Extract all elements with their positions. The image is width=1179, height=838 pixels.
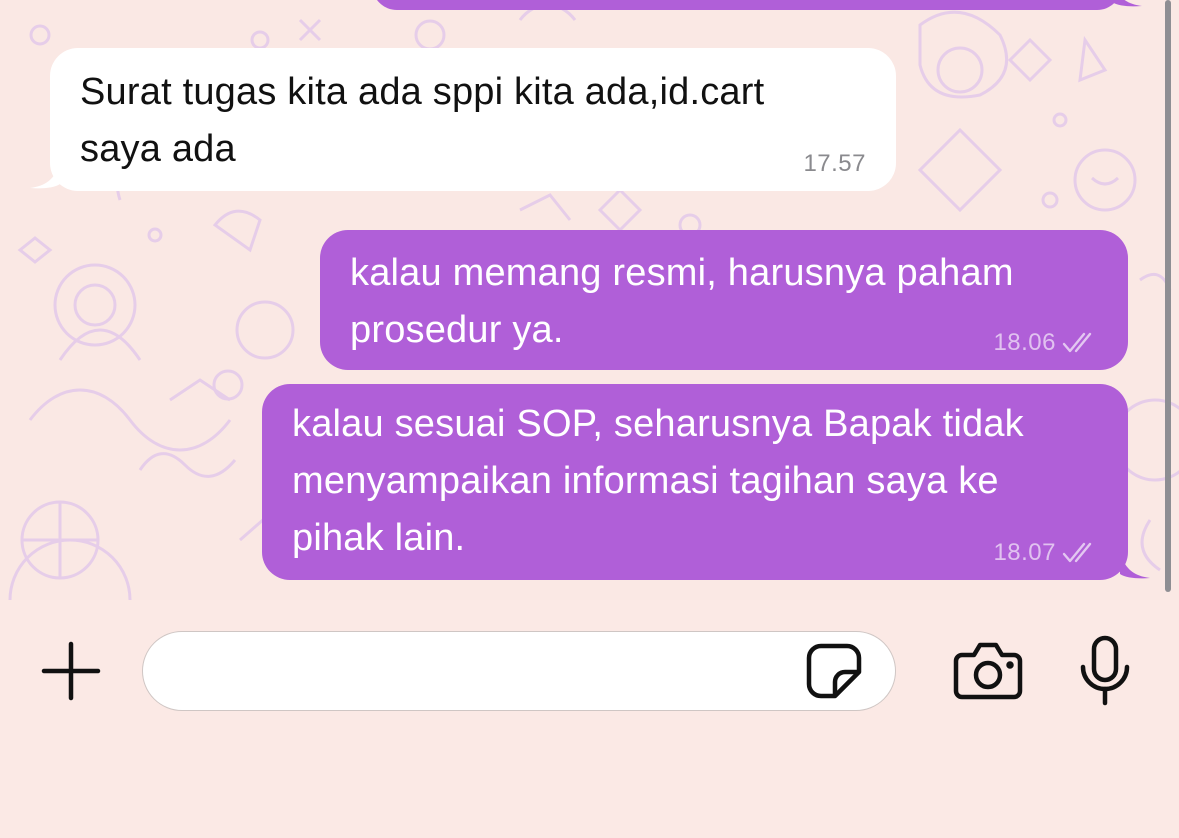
bubble-tail [1120,552,1150,579]
read-checkmarks-icon [1062,332,1092,353]
message-meta: 17.57 [803,149,866,179]
message-time: 17.57 [803,150,866,177]
message-text: Surat tugas kita ada sppi kita ada,id.ca… [80,71,765,170]
plus-icon [41,641,101,701]
camera-icon [953,642,1023,700]
sticker-button[interactable] [804,641,864,701]
microphone-icon [1080,635,1130,706]
camera-button[interactable] [950,638,1026,704]
read-checkmarks-icon [1062,542,1092,563]
scrollbar[interactable] [1165,0,1171,592]
message-bubble-outgoing[interactable]: kalau memang resmi, harusnya paham prose… [320,230,1128,370]
bubble-tail [30,162,60,189]
voice-message-button[interactable] [1072,634,1138,708]
message-bubble-outgoing[interactable]: kalau sesuai SOP, seharusnya Bapak tidak… [262,384,1128,580]
attach-button[interactable] [38,638,104,704]
message-bubble-incoming[interactable]: Surat tugas kita ada sppi kita ada,id.ca… [50,48,896,191]
message-list[interactable]: Surat tugas kita ada sppi kita ada,id.ca… [0,0,1179,600]
message-composer [0,600,1179,838]
message-time: 18.06 [993,329,1056,356]
message-meta: 18.07 [993,538,1098,568]
message-text: kalau sesuai SOP, seharusnya Bapak tidak… [292,403,1024,559]
message-bubble-cutoff [372,0,1122,10]
chat-screen: Surat tugas kita ada sppi kita ada,id.ca… [0,0,1179,838]
message-input[interactable] [142,631,896,711]
message-meta: 18.06 [993,328,1098,358]
message-time: 18.07 [993,539,1056,566]
message-text: kalau memang resmi, harusnya paham prose… [350,252,1014,351]
bubble-tail [1112,0,1142,7]
sticker-icon [806,643,862,699]
